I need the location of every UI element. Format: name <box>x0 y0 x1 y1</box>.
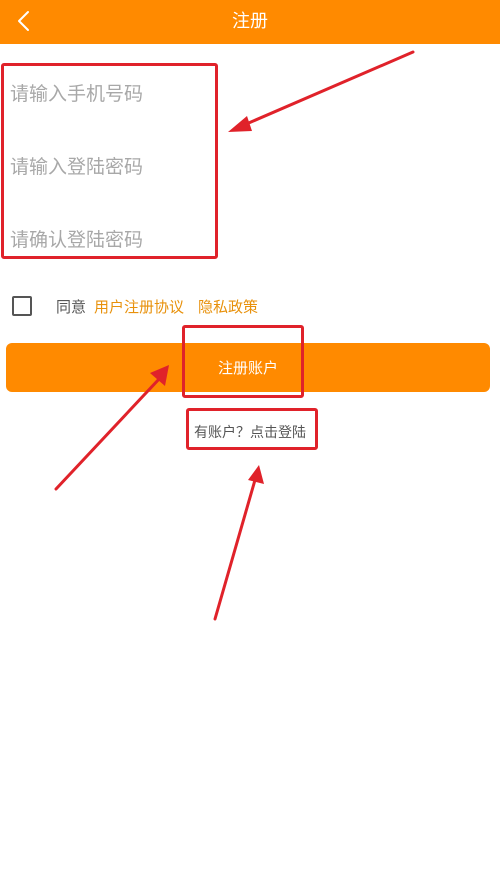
confirm-password-input[interactable] <box>0 208 500 272</box>
register-button-label: 注册账户 <box>217 359 278 377</box>
privacy-policy-link[interactable]: 隐私政策 <box>198 296 258 317</box>
user-agreement-link[interactable]: 用户注册协议 <box>94 296 184 317</box>
agree-label: 同意 <box>56 297 87 316</box>
agree-checkbox[interactable] <box>12 296 32 316</box>
login-link[interactable]: 有账户？点击登陆 <box>0 422 500 442</box>
phone-input[interactable] <box>0 62 500 126</box>
app-header: 注册 <box>0 0 500 44</box>
password-input[interactable] <box>0 135 500 199</box>
arrow-to-login <box>213 465 264 621</box>
agreement-row: 同意 用户注册协议 隐私政策 <box>12 294 272 318</box>
register-button[interactable]: 注册账户 <box>6 343 490 392</box>
page-title: 注册 <box>232 11 268 32</box>
